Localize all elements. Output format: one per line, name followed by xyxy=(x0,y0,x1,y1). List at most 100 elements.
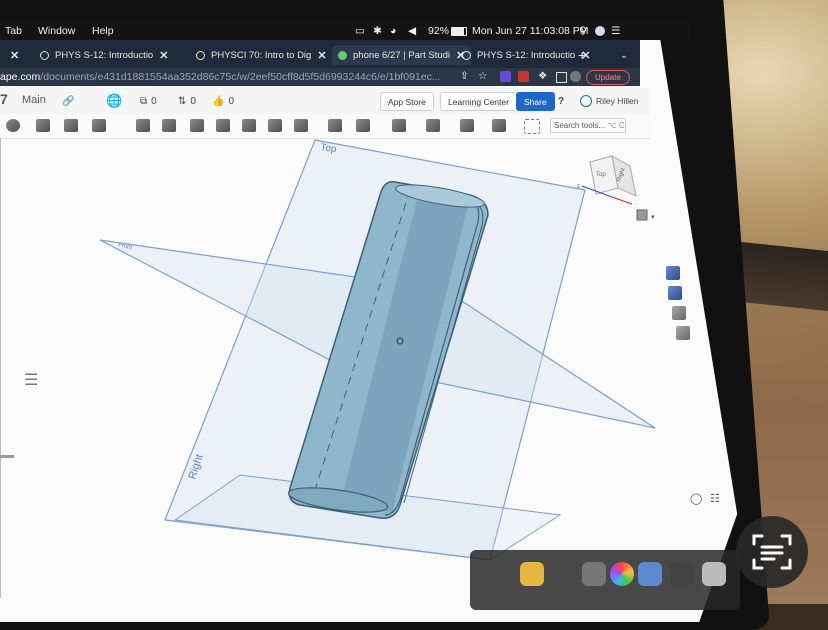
user-menu[interactable]: Riley Hillen xyxy=(580,93,639,109)
share-button[interactable]: Share xyxy=(516,92,555,111)
z-axis-label: z xyxy=(577,184,580,190)
menu-bar: Tab Window Help ▭ ✱ ◕ ◀ 92% Mon Jun 27 1… xyxy=(0,22,690,40)
extrude-tool-icon[interactable] xyxy=(36,119,50,132)
help-icon: ? xyxy=(558,95,565,107)
extension-k-icon[interactable] xyxy=(500,71,511,82)
hole-tool-icon[interactable] xyxy=(242,119,256,132)
view-cube-top-label: Top xyxy=(596,172,606,178)
dock-app-icon[interactable] xyxy=(670,562,694,586)
globe-icon[interactable]: 🌐 xyxy=(106,93,122,109)
share-page-icon[interactable]: ⇪ xyxy=(460,70,469,82)
address-bar[interactable]: ape.com/documents/e431d1881554aa352d86c7… xyxy=(0,68,640,86)
profile-icon[interactable] xyxy=(570,71,581,82)
mirror-tool-icon[interactable] xyxy=(328,119,342,132)
volume-icon[interactable]: ◀ xyxy=(408,25,416,37)
measure-panel-icon[interactable] xyxy=(672,306,686,320)
view-options-icon: ▾ xyxy=(636,209,655,221)
document-title[interactable]: 7 xyxy=(0,91,8,107)
new-tab-button[interactable]: + xyxy=(578,45,586,65)
feature-toolbar: Search tools... ⌥ C xyxy=(0,114,650,139)
clock[interactable]: Mon Jun 27 11:03:08 PM xyxy=(472,25,589,37)
onshape-icon xyxy=(338,50,347,60)
select-tool-icon[interactable] xyxy=(524,119,540,134)
3d-viewport[interactable]: Top Right Front Top Right z ▾ xyxy=(0,138,700,608)
revolve-tool-icon[interactable] xyxy=(64,119,78,132)
bluetooth-icon[interactable]: ✱ xyxy=(373,25,382,37)
spotlight-icon[interactable]: ⚲ xyxy=(579,25,587,37)
trash-icon[interactable] xyxy=(702,562,726,586)
update-button[interactable]: Update xyxy=(586,70,630,85)
fillet-tool-icon[interactable] xyxy=(136,119,150,132)
menu-help[interactable]: Help xyxy=(92,25,114,37)
variable-tool-icon[interactable] xyxy=(426,119,440,132)
search-tools-input[interactable]: Search tools... ⌥ C xyxy=(550,118,626,133)
branch-icon: ⇅ xyxy=(178,95,187,107)
tab-close-icon[interactable]: ✕ xyxy=(10,45,19,65)
wifi-icon[interactable]: ◕ xyxy=(390,25,396,37)
tab-close-icon[interactable]: ✕ xyxy=(159,49,168,62)
screen-mirroring-icon[interactable]: ▭ xyxy=(355,25,365,37)
browser-tab-bar: ✕ PHYS S-12: Introductio ✕ PHYSCI 70: In… xyxy=(0,40,640,68)
appearance-panel-icon[interactable] xyxy=(666,266,680,280)
menu-window[interactable]: Window xyxy=(38,25,75,37)
pattern-tool-icon[interactable] xyxy=(294,119,308,132)
learning-center-button[interactable]: Learning Center xyxy=(440,92,517,111)
draft-tool-icon[interactable] xyxy=(190,119,204,132)
copy-icon: ⧉ xyxy=(140,95,148,107)
likes-counter[interactable]: 👍 0 xyxy=(212,93,234,109)
tab-label: PHYS S-12: Introductio xyxy=(55,49,154,61)
thumbs-up-icon: 👍 xyxy=(212,95,225,107)
branch-name[interactable]: Main xyxy=(22,94,46,106)
tab-label: PHYSCI 70: Intro to Dig xyxy=(211,49,312,61)
sidebar-icon[interactable] xyxy=(556,72,567,83)
section-view-tool-icon[interactable] xyxy=(492,119,506,132)
sweep-tool-icon[interactable] xyxy=(92,119,106,132)
dock-app-icon[interactable] xyxy=(638,562,662,586)
measure-tool-icon[interactable] xyxy=(460,119,474,132)
scan-text-icon xyxy=(752,534,792,570)
mass-properties-icon[interactable] xyxy=(668,286,682,300)
photos-icon[interactable] xyxy=(610,562,634,586)
live-text-button[interactable] xyxy=(736,516,808,588)
svg-text:▾: ▾ xyxy=(651,214,655,221)
globe-icon xyxy=(462,50,471,60)
help-button[interactable]: ? xyxy=(558,93,564,109)
battery-percent[interactable]: 92% xyxy=(428,25,449,37)
dock xyxy=(470,550,740,610)
tab-close-icon[interactable]: ✕ xyxy=(317,49,326,62)
url-text[interactable]: ape.com/documents/e431d1881554aa352d86c7… xyxy=(0,71,441,83)
tab-label: phone 6/27 | Part Studi xyxy=(353,49,451,61)
browser-tab[interactable]: PHYS S-12: Introductio ✕ xyxy=(462,45,590,65)
dock-app-icon[interactable] xyxy=(582,562,606,586)
document-toolbar: 7 Main 🔗 🌐 ⧉ 0 ⇅ 0 👍 0 App Store Learning C… xyxy=(0,88,650,115)
menu-tab[interactable]: Tab xyxy=(5,25,22,37)
copies-counter[interactable]: ⧉ 0 xyxy=(140,93,157,109)
user-name: Riley Hillen xyxy=(596,96,639,106)
battery-icon[interactable] xyxy=(451,27,467,36)
mate-connector-tool-icon[interactable] xyxy=(392,119,406,132)
link-icon[interactable]: 🔗 xyxy=(62,93,74,109)
browser-tab[interactable]: PHYS S-12: Introductio ✕ xyxy=(40,45,168,65)
browser-tab[interactable]: PHYSCI 70: Intro to Dig ✕ xyxy=(196,45,327,65)
bookmark-star-icon[interactable]: ☆ xyxy=(478,70,487,82)
dock-app-icon[interactable] xyxy=(520,562,544,586)
plane-tool-icon[interactable] xyxy=(356,119,370,132)
branches-counter[interactable]: ⇅ 0 xyxy=(178,93,196,109)
boolean-tool-icon[interactable] xyxy=(268,119,282,132)
shell-tool-icon[interactable] xyxy=(216,119,230,132)
sketch-tool-icon[interactable] xyxy=(6,119,20,132)
messages-icon[interactable]: ☷ xyxy=(710,492,720,505)
chamfer-tool-icon[interactable] xyxy=(162,119,176,132)
extensions-puzzle-icon[interactable]: ❖ xyxy=(538,70,547,82)
control-center-icon[interactable]: ☰ xyxy=(611,25,620,37)
tab-label: PHYS S-12: Introductio xyxy=(477,49,576,61)
history-icon[interactable]: ◯ xyxy=(690,492,702,505)
siri-icon[interactable] xyxy=(595,26,605,36)
browser-tab-active[interactable]: phone 6/27 | Part Studi ✕ xyxy=(332,45,472,65)
app-store-button[interactable]: App Store xyxy=(380,92,434,111)
tab-list-chevron-icon[interactable]: ⌄ xyxy=(620,45,628,65)
view-cube: Top Right z xyxy=(577,155,637,205)
globe-icon xyxy=(40,50,49,60)
bom-panel-icon[interactable] xyxy=(676,326,690,340)
extension-red-icon[interactable] xyxy=(518,71,529,82)
